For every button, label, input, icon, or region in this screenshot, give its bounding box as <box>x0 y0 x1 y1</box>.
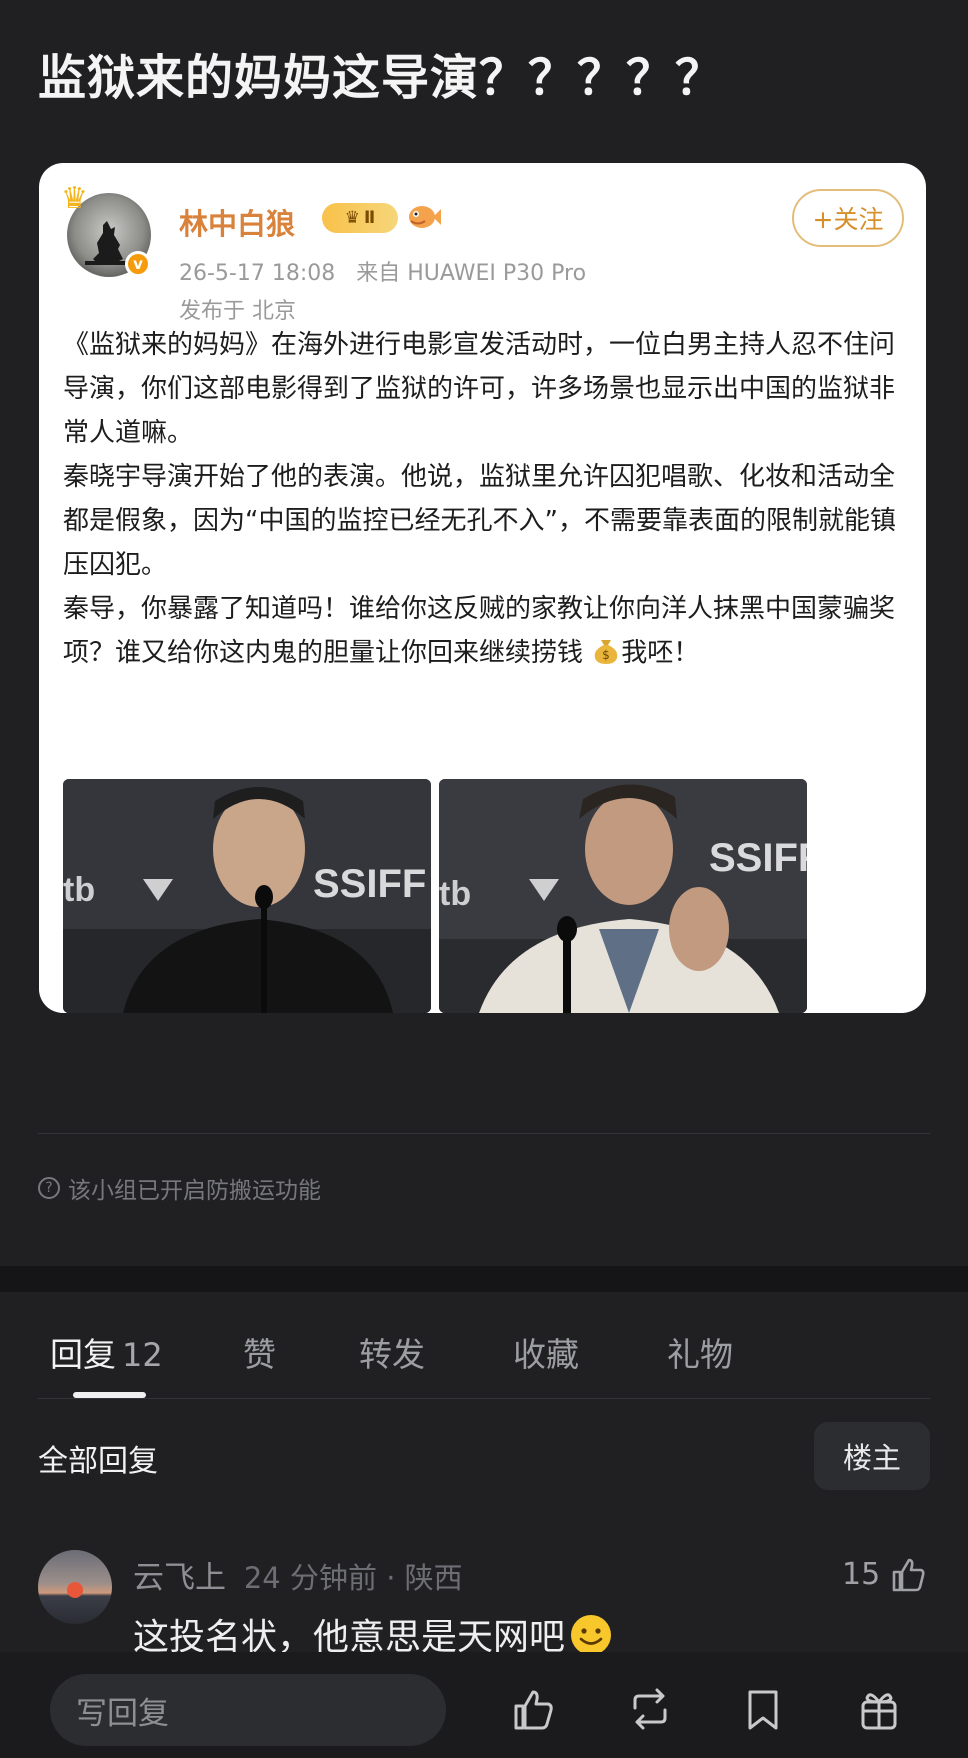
weibo-card[interactable]: ♛ v 林中白狼 ♛ Ⅱ 26-5-17 18:08 来自 HUAWEI P30… <box>39 163 926 1013</box>
tab-likes[interactable]: 赞 <box>243 1328 276 1376</box>
tab-label: 回复 <box>50 1335 116 1374</box>
gift-icon[interactable] <box>856 1686 902 1732</box>
anti-repost-notice: ? 该小组已开启防搬运功能 <box>38 1171 321 1205</box>
follow-button[interactable]: +关注 <box>792 189 904 247</box>
member-badge: ♛ Ⅱ <box>322 203 398 233</box>
post-source: 来自 HUAWEI P30 Pro <box>356 261 587 286</box>
comment-avatar[interactable] <box>38 1550 112 1624</box>
author-name[interactable]: 林中白狼 <box>179 201 295 243</box>
crown-icon: ♛ <box>61 181 88 216</box>
comment-time-location: 24 分钟前 · 陕西 <box>243 1561 463 1595</box>
reply-input[interactable]: 写回复 <box>50 1674 446 1746</box>
anti-repost-text: 该小组已开启防搬运功能 <box>68 1178 321 1204</box>
wolf-silhouette-icon <box>85 221 131 265</box>
question-icon: ? <box>38 1177 60 1199</box>
bookmark-icon[interactable] <box>740 1686 786 1732</box>
page-title: 监狱来的妈妈这导演？？？？？ <box>38 50 725 106</box>
comment-author[interactable]: 云飞上 24 分钟前 · 陕西 <box>133 1552 463 1597</box>
post-paragraph: 秦导，你暴露了知道吗！谁给你这反贼的家教让你向洋人抹黑中国蒙骗奖项？谁又给你这内… <box>63 587 903 675</box>
photo-backdrop-text: tb <box>439 875 471 913</box>
post-paragraph: 秦晓宇导演开始了他的表演。他说，监狱里允许囚犯唱歌、化妆和活动全都是假象，因为“… <box>63 462 896 580</box>
post-meta: 26-5-17 18:08 来自 HUAWEI P30 Pro <box>179 255 586 287</box>
fish-icon <box>409 206 441 228</box>
post-tabs: 回复 12 赞 转发 收藏 礼物 <box>0 1292 968 1402</box>
photo-backdrop-text: SSIFF <box>313 862 426 906</box>
smile-emoji-icon <box>571 1615 612 1655</box>
like-icon[interactable] <box>510 1686 556 1732</box>
post-photo-director[interactable]: SSIFF tb <box>63 779 431 1013</box>
photo-backdrop-text: tb <box>63 871 95 909</box>
post-paragraph-text: 秦导，你暴露了知道吗！谁给你这反贼的家教让你向洋人抹黑中国蒙骗奖项？谁又给你这内… <box>63 594 896 668</box>
photo-backdrop-text: SSIFF <box>709 836 807 880</box>
post-photo-host[interactable]: SSIFF tb <box>439 779 807 1013</box>
author-avatar[interactable]: ♛ v <box>61 181 155 281</box>
member-level: Ⅱ <box>364 208 376 228</box>
money-bag-icon: $ <box>594 640 618 664</box>
tab-reposts[interactable]: 转发 <box>359 1328 425 1376</box>
post-body: 《监狱来的妈妈》在海外进行电影宣发活动时，一位白男主持人忍不住问导演，你们这部电… <box>63 323 903 675</box>
section-separator <box>0 1266 968 1292</box>
op-only-button[interactable]: 楼主 <box>814 1422 930 1490</box>
tab-count: 12 <box>122 1336 163 1374</box>
all-replies-heading: 全部回复 <box>38 1444 158 1479</box>
repost-icon[interactable] <box>627 1686 673 1732</box>
verified-badge-icon: v <box>125 251 151 277</box>
post-paragraph: 《监狱来的妈妈》在海外进行电影宣发活动时，一位白男主持人忍不住问导演，你们这部电… <box>63 330 896 448</box>
post-location: 发布于 北京 <box>179 299 296 324</box>
tab-favorites[interactable]: 收藏 <box>513 1328 579 1376</box>
svg-text:$: $ <box>602 648 610 662</box>
thumbs-up-icon <box>892 1558 925 1592</box>
comment-like-button[interactable]: 15 <box>842 1554 928 1594</box>
post-datetime: 26-5-17 18:08 <box>179 261 336 286</box>
like-count: 15 <box>842 1556 881 1592</box>
divider <box>38 1133 930 1134</box>
comment-username: 云飞上 <box>133 1560 226 1596</box>
bottom-action-bar: 写回复 <box>0 1652 968 1758</box>
divider <box>38 1398 930 1399</box>
tab-gifts[interactable]: 礼物 <box>667 1328 733 1376</box>
post-closing: 我呸！ <box>621 638 700 668</box>
tab-replies[interactable]: 回复 12 <box>50 1328 163 1376</box>
